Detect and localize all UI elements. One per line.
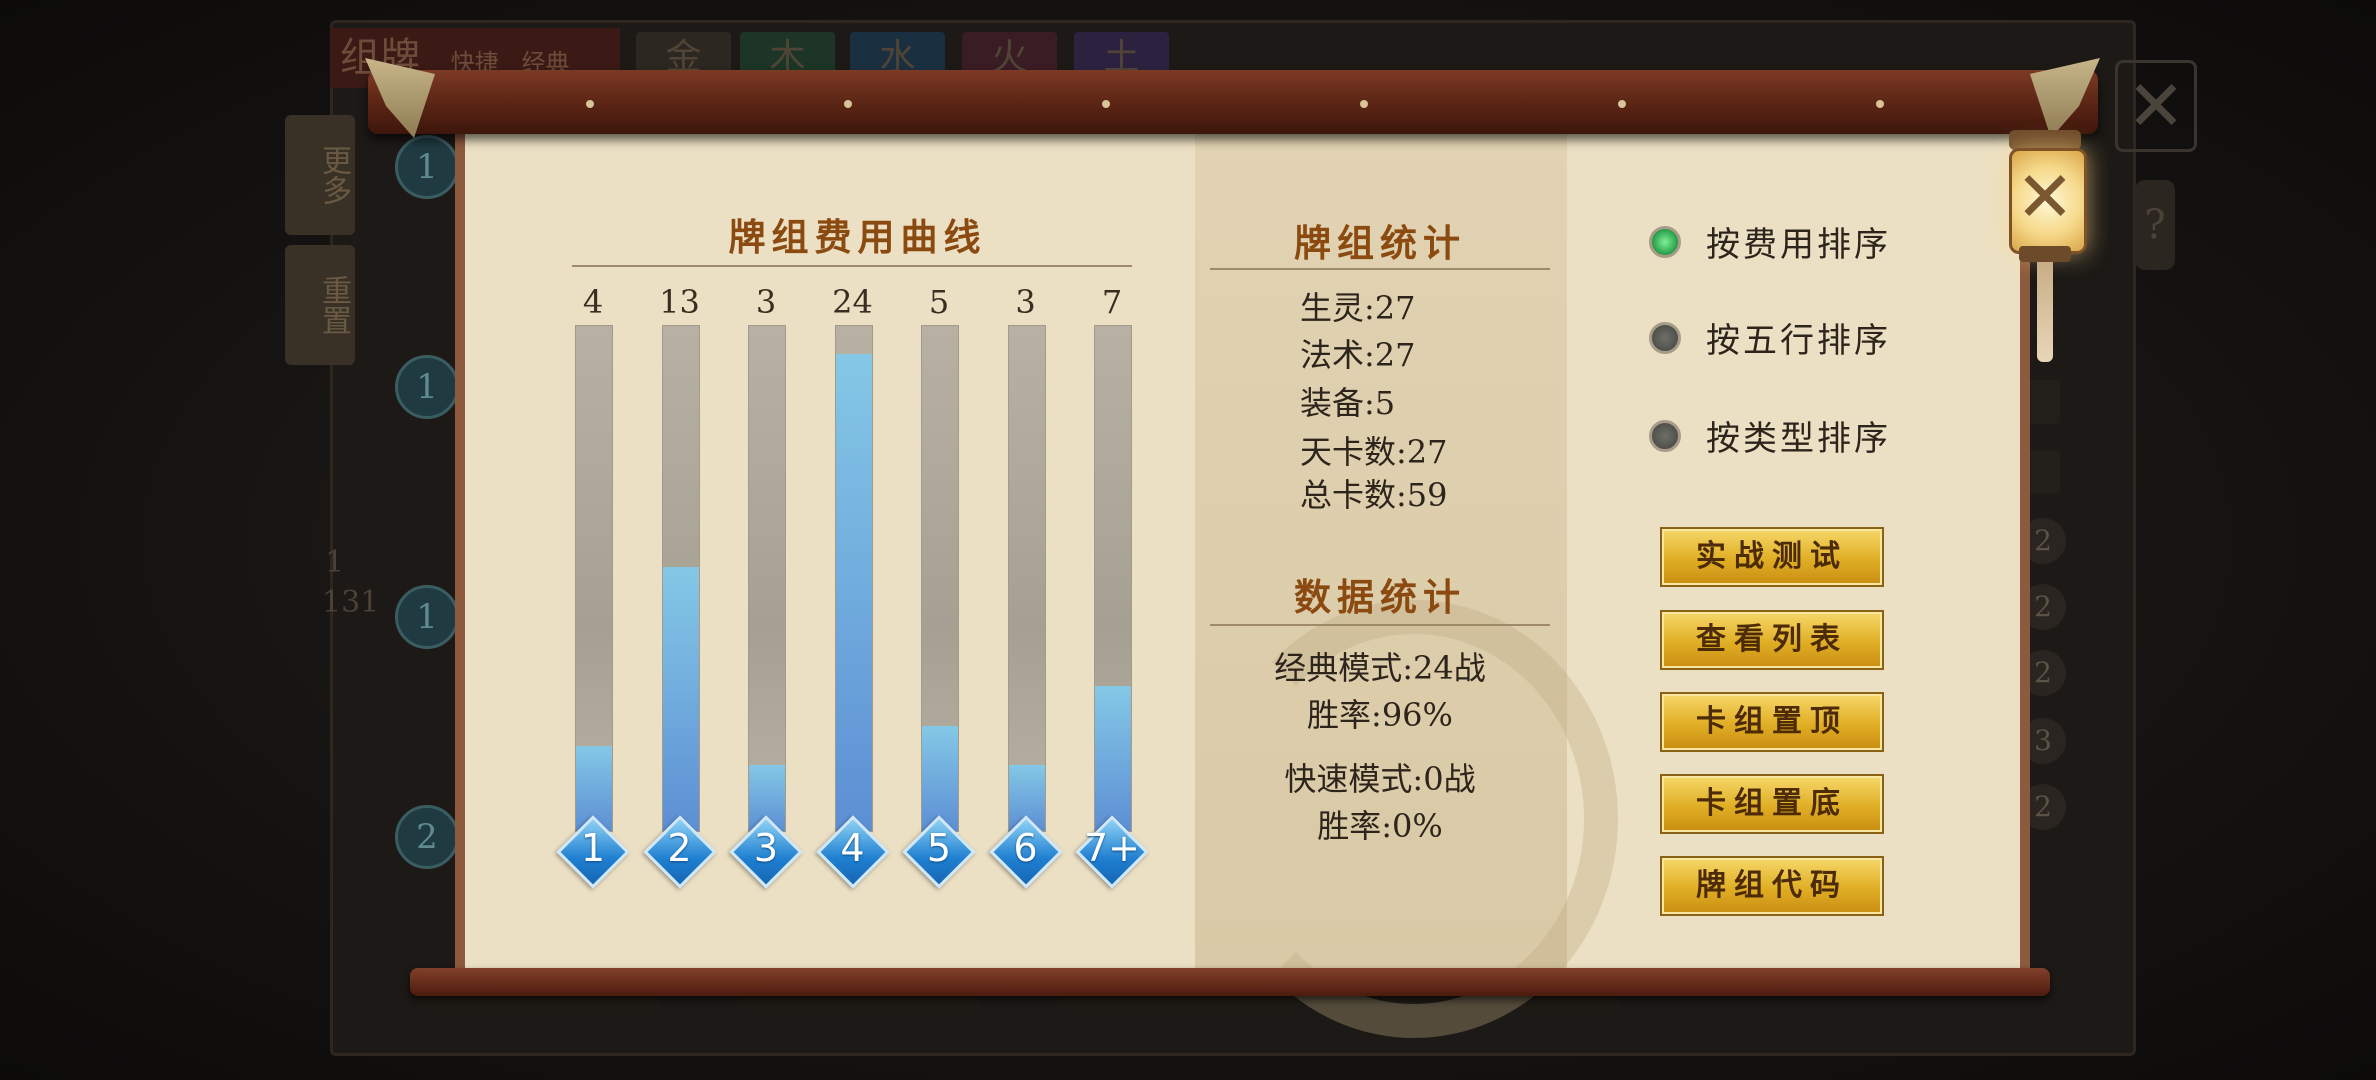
- deck-stats-title: 牌组统计: [1294, 221, 1466, 265]
- bar-count-label: 24: [832, 283, 873, 321]
- bar-track: [1094, 325, 1132, 832]
- bg-cost-circle: 2: [395, 805, 459, 869]
- pin-bottom-button[interactable]: 卡组置底: [1660, 774, 1884, 834]
- cost-label: 7+: [1083, 826, 1141, 870]
- sort-label-cost[interactable]: 按费用排序: [1706, 217, 1891, 266]
- scroll-top-rod: [368, 70, 2098, 134]
- stat-spells: 法术:27: [1300, 336, 1416, 374]
- stat-equipment: 装备:5: [1300, 384, 1396, 422]
- bg-side-reset: 重置: [285, 245, 355, 365]
- bg-cost-circle: 1: [395, 355, 459, 419]
- stat-sky-cards: 天卡数:27: [1300, 433, 1448, 471]
- cost-label: 5: [926, 826, 952, 870]
- bar-track: [921, 325, 959, 832]
- sort-label-element[interactable]: 按五行排序: [1706, 313, 1891, 362]
- lantern-cap: [2009, 130, 2081, 150]
- data-stats-title: 数据统计: [1294, 575, 1466, 619]
- cost-label: 3: [753, 826, 779, 870]
- sort-label-type[interactable]: 按类型排序: [1706, 411, 1891, 460]
- title-divider: [1210, 268, 1550, 270]
- lantern-base: [2019, 246, 2071, 262]
- stat-total-cards: 总卡数:59: [1300, 476, 1448, 514]
- pin-top-button[interactable]: 卡组置顶: [1660, 692, 1884, 752]
- bg-cost-circle: 1: [395, 585, 459, 649]
- rod-stud: [1876, 100, 1884, 108]
- cost-label: 2: [667, 826, 692, 870]
- rod-stud: [844, 100, 852, 108]
- close-button[interactable]: ✕: [2005, 130, 2087, 362]
- bar-count-label: 3: [755, 283, 777, 321]
- bar-count-label: 4: [582, 283, 604, 321]
- bar-fill: [1095, 685, 1131, 831]
- bar-count-label: 3: [1015, 283, 1036, 321]
- bg-page-total: 131: [322, 585, 380, 620]
- bar-count-label: 7: [1101, 283, 1123, 321]
- bar-track: [748, 325, 786, 832]
- stat-creatures: 生灵:27: [1300, 289, 1416, 327]
- cost-label: 4: [840, 826, 865, 870]
- bar-count-label: 13: [659, 283, 700, 321]
- bar-track: [575, 325, 613, 832]
- title-divider: [1210, 624, 1550, 626]
- bg-close-icon: ✕: [2115, 60, 2197, 152]
- rod-stud: [586, 100, 594, 108]
- cost-label: 1: [580, 826, 606, 870]
- view-list-button[interactable]: 查看列表: [1660, 610, 1884, 670]
- bar-fill: [922, 725, 958, 831]
- cost-curve-title: 牌组费用曲线: [728, 215, 987, 259]
- bar-track: [1007, 325, 1046, 832]
- bar-track: [661, 325, 700, 832]
- stat-quick-winrate: 胜率:0%: [1317, 807, 1443, 845]
- bg-help-icon: ?: [2135, 180, 2175, 270]
- bar-fill: [662, 566, 699, 831]
- sort-radio-element[interactable]: [1649, 322, 1681, 354]
- sort-radio-cost[interactable]: [1649, 226, 1681, 258]
- lantern-tassel: [2037, 262, 2053, 362]
- cost-label: 6: [1013, 826, 1038, 870]
- deck-code-button[interactable]: 牌组代码: [1660, 856, 1884, 916]
- bar-count-label: 5: [928, 283, 950, 321]
- stat-quick-battles: 快速模式:0战: [1284, 760, 1476, 798]
- sort-radio-type[interactable]: [1649, 420, 1681, 452]
- battle-test-button[interactable]: 实战测试: [1660, 527, 1884, 587]
- bar-track: [834, 325, 873, 832]
- title-divider: [572, 265, 1132, 267]
- bg-side-more: 更多: [285, 115, 355, 235]
- rod-stud: [1360, 100, 1368, 108]
- bg-page-current: 1: [325, 545, 345, 580]
- rod-stud: [1618, 100, 1626, 108]
- bg-cost-circle: 1: [395, 135, 459, 199]
- stat-classic-winrate: 胜率:96%: [1307, 696, 1453, 734]
- stat-classic-battles: 经典模式:24战: [1274, 649, 1486, 687]
- rod-stud: [1102, 100, 1110, 108]
- bar-fill: [835, 354, 872, 831]
- close-icon[interactable]: ✕: [2009, 152, 2081, 242]
- scroll-bottom-rod: [410, 968, 2050, 996]
